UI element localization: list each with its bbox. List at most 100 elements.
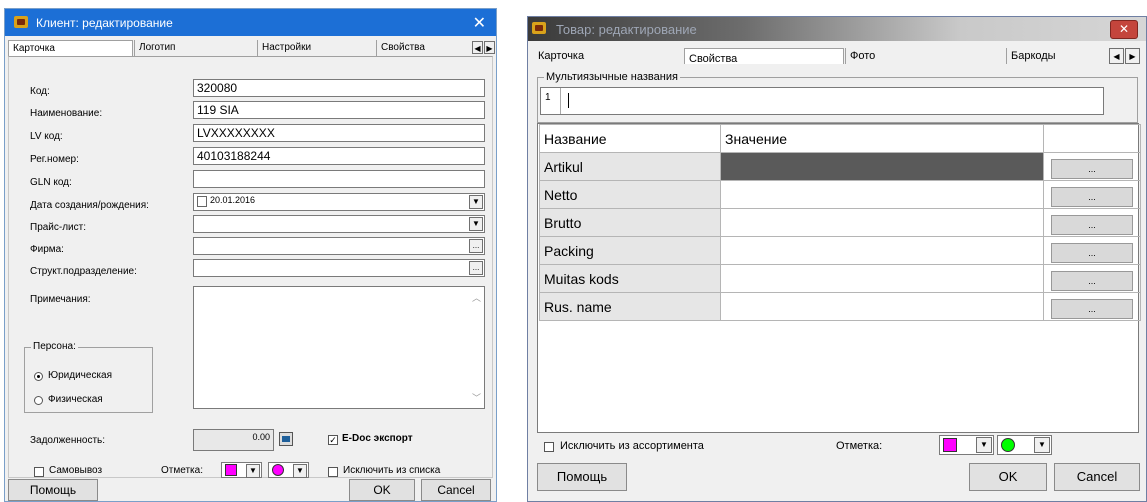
text-cursor [568, 93, 569, 108]
creation-date-label: Дата создания/рождения: [30, 200, 149, 211]
property-action-cell: ... [1043, 236, 1141, 265]
app-icon [14, 16, 28, 28]
app-icon [532, 22, 546, 34]
person-group-title: Персона: [31, 341, 78, 352]
creation-date-field[interactable]: 20.01.2016 ▼ [193, 193, 485, 211]
chevron-down-icon[interactable]: ▼ [293, 464, 307, 478]
chevron-down-icon[interactable]: ▼ [246, 464, 260, 478]
ellipsis-button[interactable]: ... [1051, 270, 1133, 291]
scroll-down-icon[interactable]: ﹀ [472, 391, 481, 404]
price-list-select[interactable]: ▼ [193, 215, 485, 233]
tab-photo[interactable]: Фото [845, 48, 1005, 64]
property-value-cell[interactable] [720, 264, 1044, 293]
code-label: Код: [30, 86, 50, 97]
property-name-cell: Muitas kods [539, 264, 721, 293]
tab-barcodes[interactable]: Баркоды [1006, 48, 1096, 64]
help-button[interactable]: Помощь [537, 463, 627, 491]
ellipsis-button[interactable]: ... [469, 239, 483, 253]
tab-card[interactable]: Карточка [8, 40, 133, 56]
debt-label: Задолженность: [30, 435, 106, 446]
ellipsis-button[interactable]: ... [469, 261, 483, 275]
mark-shape-select[interactable]: ▼ [221, 462, 262, 478]
code-field[interactable]: 320080 [193, 79, 485, 97]
property-value-cell[interactable] [720, 152, 1044, 181]
goods-title-bar: Товар: редактирование ✕ [528, 17, 1146, 41]
ellipsis-button[interactable]: ... [1051, 298, 1133, 319]
lv-code-field[interactable]: LVXXXXXXXX [193, 124, 485, 142]
goods-edit-window: Товар: редактирование ✕ Карточка Свойств… [527, 16, 1147, 502]
column-header-name: Название [539, 124, 721, 153]
physical-person-radio[interactable] [34, 396, 43, 405]
ellipsis-button[interactable]: ... [1051, 242, 1133, 263]
multilang-title: Мультиязычные названия [544, 71, 680, 83]
grid-header-row: Название Значение [539, 124, 1141, 153]
legal-person-label: Юридическая [48, 370, 113, 381]
table-row[interactable]: Netto ... [539, 180, 1141, 209]
calculator-icon[interactable] [279, 432, 293, 446]
cancel-button[interactable]: Cancel [1054, 463, 1140, 491]
person-groupbox: Персона: Юридическая Физическая [24, 341, 153, 413]
chevron-down-icon[interactable]: ▼ [469, 195, 483, 209]
client-edit-window: Клиент: редактирование ✕ Карточка Логоти… [4, 8, 497, 502]
struct-division-field[interactable]: ... [193, 259, 485, 277]
legal-person-radio[interactable] [34, 372, 43, 381]
gln-code-label: GLN код: [30, 177, 72, 188]
scroll-up-icon[interactable]: ︿ [472, 291, 481, 304]
tab-card[interactable]: Карточка [534, 48, 684, 64]
table-row[interactable]: Packing ... [539, 236, 1141, 265]
calendar-icon[interactable] [197, 196, 207, 207]
mark-shape-select[interactable]: ▼ [939, 435, 994, 455]
mark-circle-select[interactable]: ▼ [997, 435, 1052, 455]
name-field[interactable]: 119 SIA [193, 101, 485, 119]
exclude-assortment-checkbox[interactable] [544, 442, 554, 452]
tab-logo[interactable]: Логотип [134, 40, 256, 56]
reg-number-field[interactable]: 40103188244 [193, 147, 485, 165]
notes-textarea[interactable]: ︿ ﹀ [193, 286, 485, 409]
ellipsis-button[interactable]: ... [1051, 214, 1133, 235]
multilang-input[interactable]: 1 [540, 87, 1104, 115]
close-icon[interactable]: ✕ [1110, 20, 1138, 39]
table-row[interactable]: Artikul ... [539, 152, 1141, 181]
tab-scroll-left-icon[interactable]: ◀ [472, 41, 483, 54]
cancel-button[interactable]: Cancel [421, 479, 491, 501]
tab-scroll-left-icon[interactable]: ◀ [1109, 48, 1124, 64]
close-icon[interactable]: ✕ [473, 13, 486, 33]
tab-settings[interactable]: Настройки [257, 40, 375, 56]
column-header-action [1043, 124, 1141, 153]
property-action-cell: ... [1043, 152, 1141, 181]
property-value-cell[interactable] [720, 180, 1044, 209]
physical-person-label: Физическая [48, 394, 103, 405]
ok-button[interactable]: OK [969, 463, 1047, 491]
ok-button[interactable]: OK [349, 479, 415, 501]
table-row[interactable]: Muitas kods ... [539, 264, 1141, 293]
help-button[interactable]: Помощь [8, 479, 98, 501]
edoc-export-checkbox[interactable]: ✓ [328, 435, 338, 445]
tab-properties[interactable]: Свойства [376, 40, 456, 56]
ellipsis-button[interactable]: ... [1051, 186, 1133, 207]
property-action-cell: ... [1043, 264, 1141, 293]
exclude-list-label: Исключить из списка [343, 465, 441, 476]
property-value-cell[interactable] [720, 292, 1044, 321]
property-value-cell[interactable] [720, 236, 1044, 265]
pickup-checkbox[interactable] [34, 467, 44, 477]
exclude-list-checkbox[interactable] [328, 467, 338, 477]
mark-circle-select[interactable]: ▼ [268, 462, 309, 478]
table-row[interactable]: Rus. name ... [539, 292, 1141, 321]
pickup-label: Самовывоз [49, 465, 103, 476]
exclude-assortment-label: Исключить из ассортимента [560, 440, 704, 452]
firm-field[interactable]: ... [193, 237, 485, 255]
tab-properties[interactable]: Свойства [684, 48, 844, 65]
property-value-cell[interactable] [720, 208, 1044, 237]
tab-scroll-right-icon[interactable]: ▶ [1125, 48, 1140, 64]
chevron-down-icon[interactable]: ▼ [469, 217, 483, 231]
tab-scroll-right-icon[interactable]: ▶ [484, 41, 495, 54]
creation-date-value: 20.01.2016 [210, 195, 256, 205]
chevron-down-icon[interactable]: ▼ [1034, 437, 1050, 453]
gln-code-field[interactable] [193, 170, 485, 188]
mark-label: Отметка: [161, 465, 203, 476]
ellipsis-button[interactable]: ... [1051, 158, 1133, 179]
notes-label: Примечания: [30, 294, 91, 305]
chevron-down-icon[interactable]: ▼ [976, 437, 992, 453]
table-row[interactable]: Brutto ... [539, 208, 1141, 237]
client-title-bar: Клиент: редактирование ✕ [5, 9, 496, 36]
